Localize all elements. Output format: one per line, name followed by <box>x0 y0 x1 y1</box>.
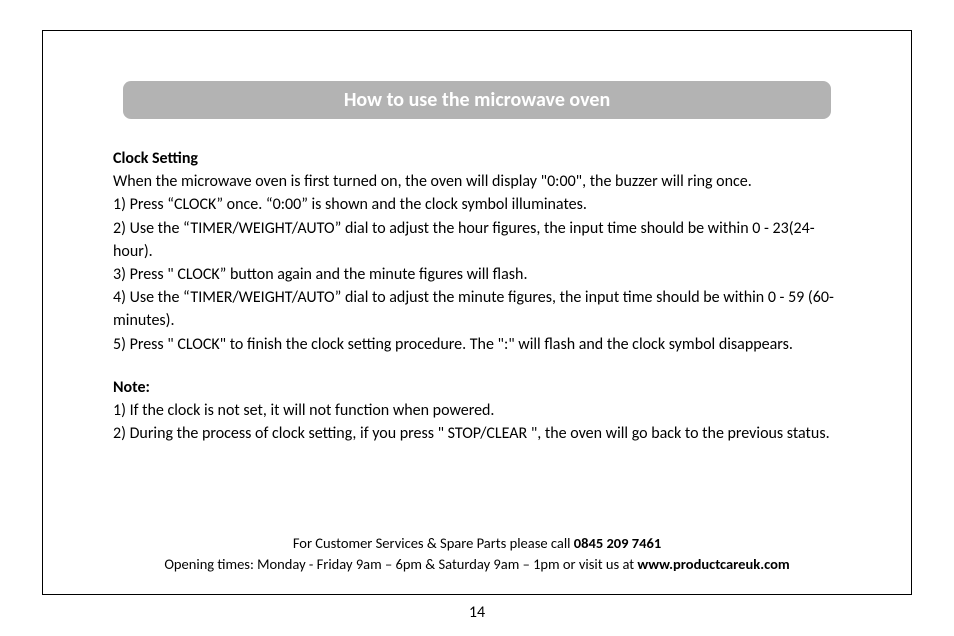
note-item-2: 2) During the process of clock setting, … <box>113 422 841 445</box>
note-heading: Note: <box>113 376 841 399</box>
clock-step-3: 3) Press " CLOCK” button again and the m… <box>113 263 841 286</box>
footer-line-2-text: Opening times: Monday - Friday 9am – 6pm… <box>164 555 637 573</box>
page-frame: How to use the microwave oven Clock Sett… <box>42 30 912 595</box>
clock-step-5: 5) Press " CLOCK" to finish the clock se… <box>113 333 841 356</box>
clock-step-1: 1) Press “CLOCK” once. “0:00” is shown a… <box>113 193 841 216</box>
footer-line-1-text: For Customer Services & Spare Parts plea… <box>293 534 574 552</box>
clock-step-2: 2) Use the “TIMER/WEIGHT/AUTO” dial to a… <box>113 217 841 263</box>
clock-heading: Clock Setting <box>113 147 841 170</box>
section-banner: How to use the microwave oven <box>123 81 831 119</box>
footer-website: www.productcareuk.com <box>637 555 789 573</box>
footer-line-1: For Customer Services & Spare Parts plea… <box>113 533 841 555</box>
content-body: Clock Setting When the microwave oven is… <box>113 147 841 523</box>
footer-phone: 0845 209 7461 <box>574 534 661 552</box>
footer-line-2: Opening times: Monday - Friday 9am – 6pm… <box>113 554 841 576</box>
clock-step-4: 4) Use the “TIMER/WEIGHT/AUTO” dial to a… <box>113 286 841 332</box>
banner-title: How to use the microwave oven <box>344 88 610 112</box>
footer: For Customer Services & Spare Parts plea… <box>113 533 841 577</box>
clock-intro: When the microwave oven is first turned … <box>113 170 841 193</box>
page-number: 14 <box>0 603 954 622</box>
note-item-1: 1) If the clock is not set, it will not … <box>113 399 841 422</box>
